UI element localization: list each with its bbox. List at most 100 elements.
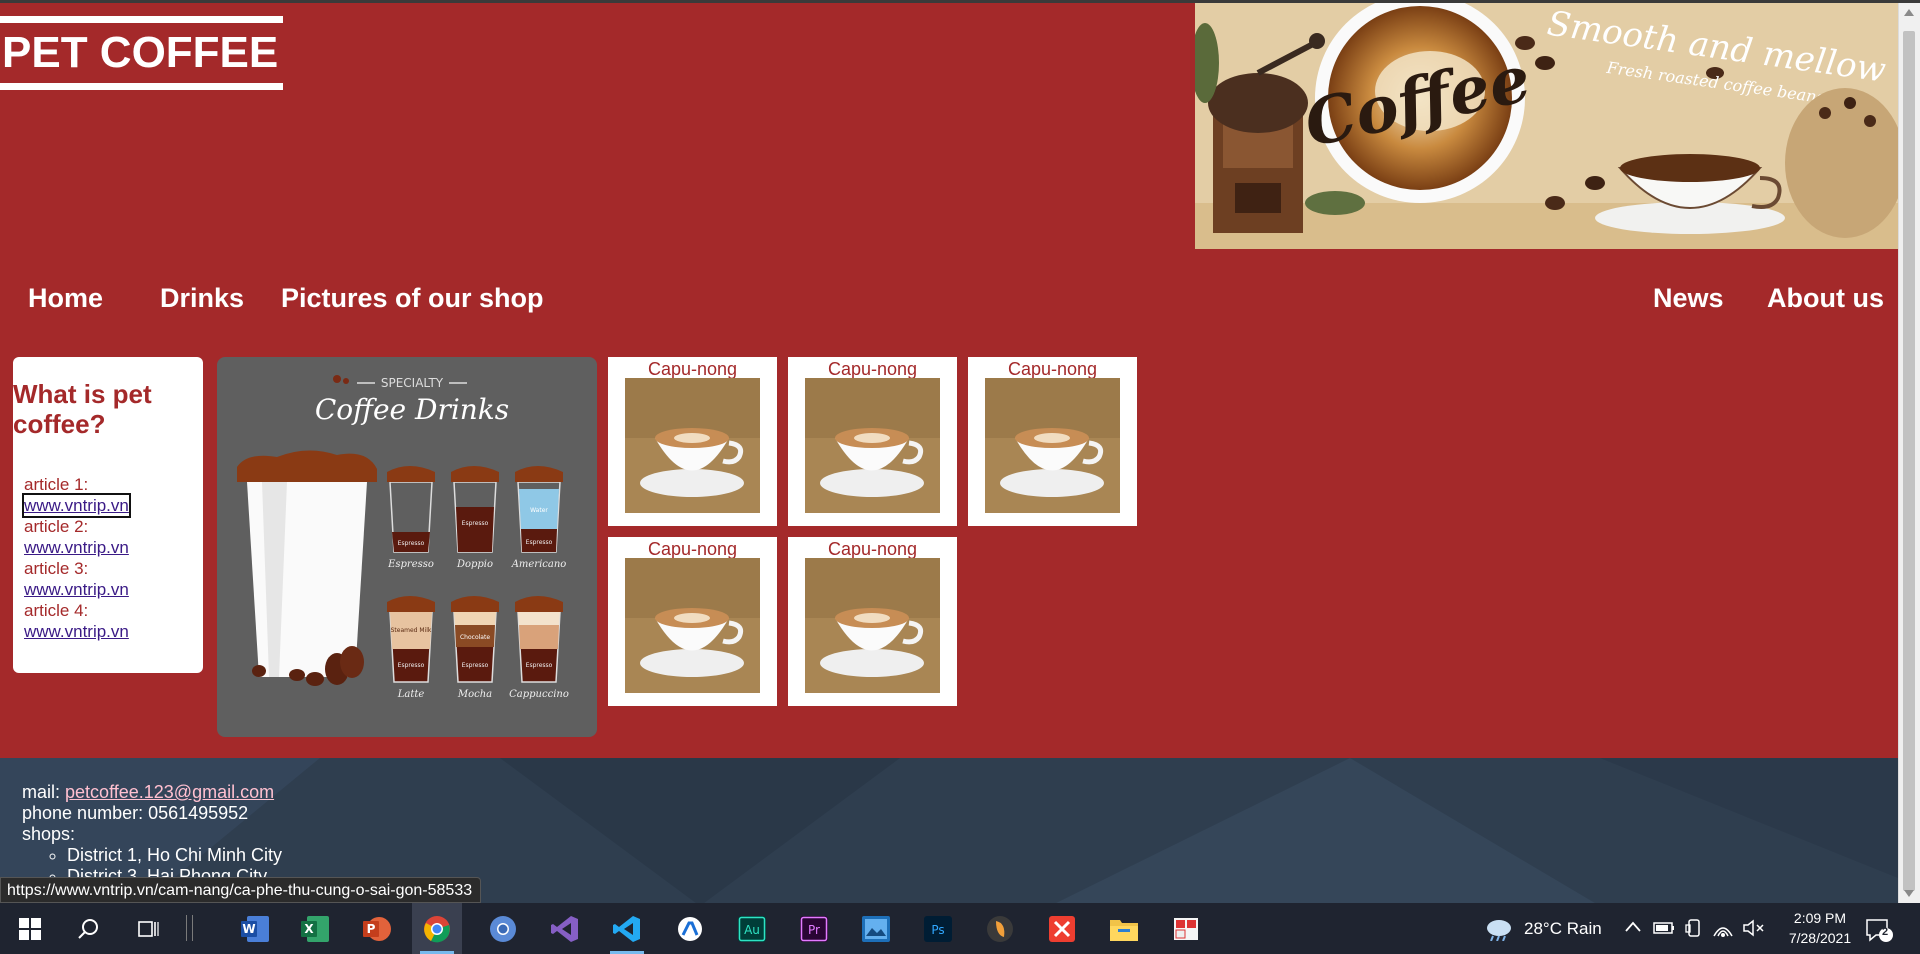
article-label: article 2: xyxy=(24,517,89,536)
article-label: article 1: xyxy=(24,475,89,494)
premiere-icon[interactable]: Pr xyxy=(789,903,839,954)
poster-cup-espresso: Espresso Espresso xyxy=(387,466,435,570)
sticky-app-icon[interactable] xyxy=(1161,903,1211,954)
gallery-item[interactable]: Capu-nong xyxy=(968,357,1137,526)
weather-cloud-icon[interactable] xyxy=(1484,917,1514,946)
nav-news[interactable]: News xyxy=(1653,283,1724,314)
nav-drinks[interactable]: Drinks xyxy=(160,283,244,314)
svg-text:Pr: Pr xyxy=(808,923,820,937)
svg-text:Espresso: Espresso xyxy=(462,520,489,527)
scroll-up-icon[interactable] xyxy=(1904,9,1914,16)
xmind-icon[interactable] xyxy=(1037,903,1087,954)
svg-text:Au: Au xyxy=(744,923,760,937)
svg-text:SPECIALTY: SPECIALTY xyxy=(381,376,444,390)
svg-text:Americano: Americano xyxy=(511,559,567,570)
svg-text:Espresso: Espresso xyxy=(462,662,489,669)
poster-title: Coffee Drinks xyxy=(315,393,509,426)
article-link[interactable]: www.vntrip.vn xyxy=(24,537,129,558)
page-scrollbar[interactable] xyxy=(1898,3,1920,903)
svg-text:Cappuccino: Cappuccino xyxy=(509,689,569,700)
poster-cup-latte: Steamed Milk Espresso Latte xyxy=(387,596,435,700)
page: PET COFFEE Coffee Smooth and mellow Fres… xyxy=(0,3,1898,906)
poster-cup-doppio: Espresso Doppio xyxy=(451,466,499,570)
cappuccino-image xyxy=(985,378,1120,513)
mail-link[interactable]: petcoffee.123@gmail.com xyxy=(65,782,274,802)
site-logo[interactable]: PET COFFEE xyxy=(0,16,283,90)
nav-home[interactable]: Home xyxy=(28,283,103,314)
article-label: article 3: xyxy=(24,559,89,578)
task-view-icon[interactable] xyxy=(123,903,173,954)
mail-label: mail: xyxy=(22,782,61,802)
sidebar-title: What is pet coffee? xyxy=(13,379,152,439)
scroll-down-icon[interactable] xyxy=(1904,890,1914,897)
coffee-drinks-poster: SPECIALTY Coffee Drinks Espresso Espress… xyxy=(217,357,597,737)
svg-text:Latte: Latte xyxy=(397,689,425,700)
gallery-item[interactable]: Capu-nong xyxy=(608,537,777,706)
svg-text:P: P xyxy=(367,922,376,936)
volume-muted-icon[interactable] xyxy=(1742,918,1766,943)
chrome-icon[interactable] xyxy=(412,903,462,954)
shop-item: District 1, Ho Chi Minh City xyxy=(67,845,282,866)
svg-text:Steamed Milk: Steamed Milk xyxy=(391,627,432,634)
sidebar-card: What is pet coffee? article 1: www.vntri… xyxy=(13,357,203,673)
svg-text:Chocolate: Chocolate xyxy=(460,634,490,641)
excel-icon[interactable]: X xyxy=(290,903,340,954)
clock-time: 2:09 PM xyxy=(1793,910,1847,926)
battery-icon[interactable] xyxy=(1652,919,1676,942)
notification-count: 2 xyxy=(1882,926,1889,938)
article-link[interactable]: www.vntrip.vn xyxy=(22,493,131,518)
vscode-icon[interactable] xyxy=(602,903,652,954)
gallery-item[interactable]: Capu-nong xyxy=(788,537,957,706)
wifi-icon[interactable] xyxy=(1712,918,1734,943)
powerpoint-icon[interactable]: P xyxy=(352,903,402,954)
svg-text:W: W xyxy=(242,922,255,936)
article-link[interactable]: www.vntrip.vn xyxy=(24,621,129,642)
shops-label: shops: xyxy=(22,824,76,844)
notification-icon[interactable]: 2 xyxy=(1864,917,1894,948)
poster-specialty-label: SPECIALTY xyxy=(381,376,444,390)
photoshop-icon[interactable]: Ps xyxy=(913,903,963,954)
link-status-bar: https://www.vntrip.vn/cam-nang/ca-phe-th… xyxy=(0,877,482,903)
article-list: article 1: www.vntrip.vn article 2: www.… xyxy=(22,474,131,642)
poster-cup-americano: Water Espresso Americano xyxy=(511,466,567,570)
gallery-item[interactable]: Capu-nong xyxy=(608,357,777,526)
poster-cup-mocha: Chocolate Espresso Mocha xyxy=(451,596,499,700)
svg-text:Ps: Ps xyxy=(931,923,944,937)
svg-text:Espresso: Espresso xyxy=(398,662,425,669)
weather-text[interactable]: 28°C Rain xyxy=(1524,919,1602,939)
nav-about[interactable]: About us xyxy=(1767,283,1884,314)
video-editor-icon[interactable] xyxy=(851,903,901,954)
start-icon[interactable] xyxy=(5,903,55,954)
header-banner: Coffee Smooth and mellow Fresh roasted c… xyxy=(1195,3,1898,249)
tray-chevron-up-icon[interactable] xyxy=(1624,917,1642,942)
search-icon[interactable] xyxy=(63,903,113,954)
svg-text:Mocha: Mocha xyxy=(457,689,492,700)
article-label: article 4: xyxy=(24,601,89,620)
fl-studio-icon[interactable] xyxy=(975,903,1025,954)
footer-contact: mail: petcoffee.123@gmail.com phone numb… xyxy=(22,782,282,887)
phone-text: phone number: 0561495952 xyxy=(22,803,249,823)
clock[interactable]: 2:09 PM 7/28/2021 xyxy=(1770,908,1870,948)
device-icon[interactable] xyxy=(1684,918,1704,943)
file-explorer-icon[interactable] xyxy=(1099,903,1149,954)
cappuccino-image xyxy=(625,558,760,693)
taskbar: W X P Au Pr Ps 28°C Rain 2:09 PM 7/28/20… xyxy=(0,903,1920,954)
svg-text:Espresso: Espresso xyxy=(526,539,553,546)
svg-text:X: X xyxy=(304,922,314,936)
cappuccino-image xyxy=(805,378,940,513)
gallery-item[interactable]: Capu-nong xyxy=(788,357,957,526)
poster-cup-cappuccino: Espresso Cappuccino xyxy=(509,596,569,700)
cappuccino-image xyxy=(625,378,760,513)
nav-pictures[interactable]: Pictures of our shop xyxy=(281,283,544,314)
svg-text:Coffee Drinks: Coffee Drinks xyxy=(315,393,509,426)
scroll-thumb[interactable] xyxy=(1903,31,1915,891)
audition-icon[interactable]: Au xyxy=(727,903,777,954)
article-link[interactable]: www.vntrip.vn xyxy=(24,579,129,600)
svg-text:Espresso: Espresso xyxy=(387,559,434,570)
svg-text:Water: Water xyxy=(530,507,548,514)
visual-studio-icon[interactable] xyxy=(540,903,590,954)
paint-icon[interactable] xyxy=(665,903,715,954)
word-icon[interactable]: W xyxy=(230,903,280,954)
svg-text:Doppio: Doppio xyxy=(456,559,493,570)
chromium-icon[interactable] xyxy=(478,903,528,954)
